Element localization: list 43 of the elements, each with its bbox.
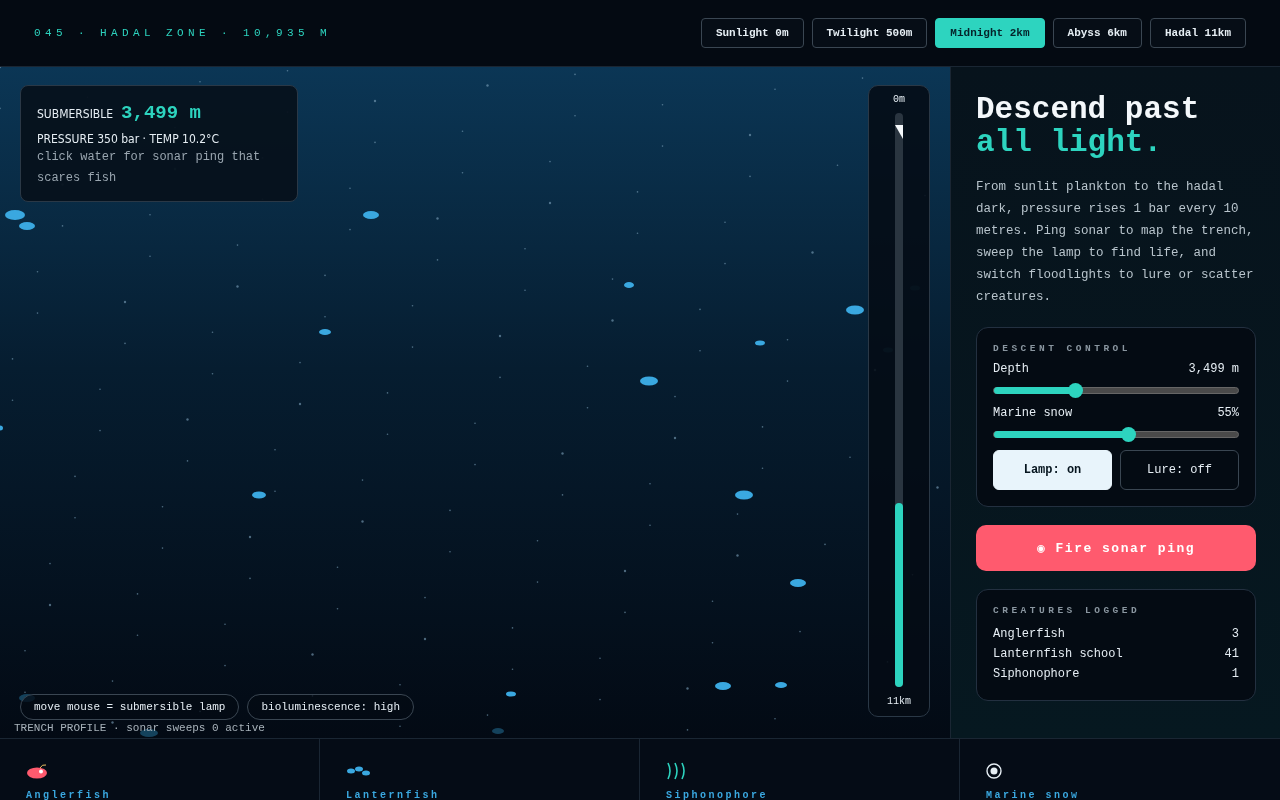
creature-count: 3 [1231, 626, 1239, 643]
slider-label: Depth [993, 362, 1029, 376]
toggle-button[interactable]: Lamp: on [993, 450, 1112, 490]
creature-name: Siphonophore [993, 666, 1080, 683]
slider-reading: 3,499 m [1188, 362, 1239, 376]
zone-title: 045 · HADAL ZONE · 10,935 M [34, 27, 332, 39]
marker-icon [895, 125, 903, 139]
headline: Descend past [976, 93, 1201, 126]
legend-label: Marine snow [986, 790, 1081, 800]
fish-school-icon [346, 766, 372, 776]
card-heading: DESCENT CONTROL [993, 343, 1132, 354]
toggle-button[interactable]: Lure: off [1120, 450, 1239, 490]
depth-reading: 3,499 m [121, 102, 201, 124]
zone-tab[interactable]: Twilight 500m [811, 18, 928, 48]
card-heading: CREATURES LOGGED [993, 605, 1142, 616]
zone-tab[interactable]: Midnight 2km [935, 18, 1045, 48]
vessel-label: SUBMERSIBLE [37, 107, 114, 121]
headline-accent: all light. [976, 126, 1164, 159]
creature-count: 41 [1224, 646, 1239, 663]
creature-count: 1 [1231, 666, 1239, 683]
info-chip: move mouse = submersible lamp [20, 694, 240, 720]
slider-thumb[interactable] [1067, 383, 1083, 398]
anglerfish-icon [26, 763, 48, 779]
zone-tab[interactable]: Hadal 11km [1150, 18, 1246, 48]
creature-name: Anglerfish [993, 626, 1065, 643]
zone-tab[interactable]: Abyss 6km [1052, 18, 1142, 48]
intro-paragraph: From sunlit plankton to the hadal dark, pressure rises 1 bar every 10 metres. Ping sonar to map the trench, sweep the lamp to find life, and switch floodlights to lure or scatter creatures. [976, 179, 1255, 306]
hint-text: click water for sonar ping that scares fish [37, 149, 262, 187]
zone-tab[interactable]: Sunlight 0m [700, 18, 804, 48]
creature-name: Lanternfish school [993, 646, 1123, 663]
slider-thumb[interactable] [1121, 427, 1137, 442]
pressure-temp-reading: PRESSURE 350 bar · TEMP 10.2°C [37, 132, 221, 146]
gauge-bottom-label: 11km [887, 696, 911, 707]
gauge-top-label: 0m [893, 94, 905, 105]
wave-arcs-icon [666, 762, 688, 780]
legend-label: Siphonophore [666, 790, 769, 800]
slider-label: Marine snow [993, 406, 1073, 420]
target-icon [986, 763, 1002, 779]
info-chip: bioluminescence: high [247, 694, 415, 720]
legend-label: Anglerfish [26, 790, 112, 800]
slider-reading: 55% [1217, 406, 1239, 420]
legend-label: Lanternfish [346, 790, 441, 800]
profile-caption: TRENCH PROFILE · sonar sweeps 0 active [14, 722, 265, 734]
